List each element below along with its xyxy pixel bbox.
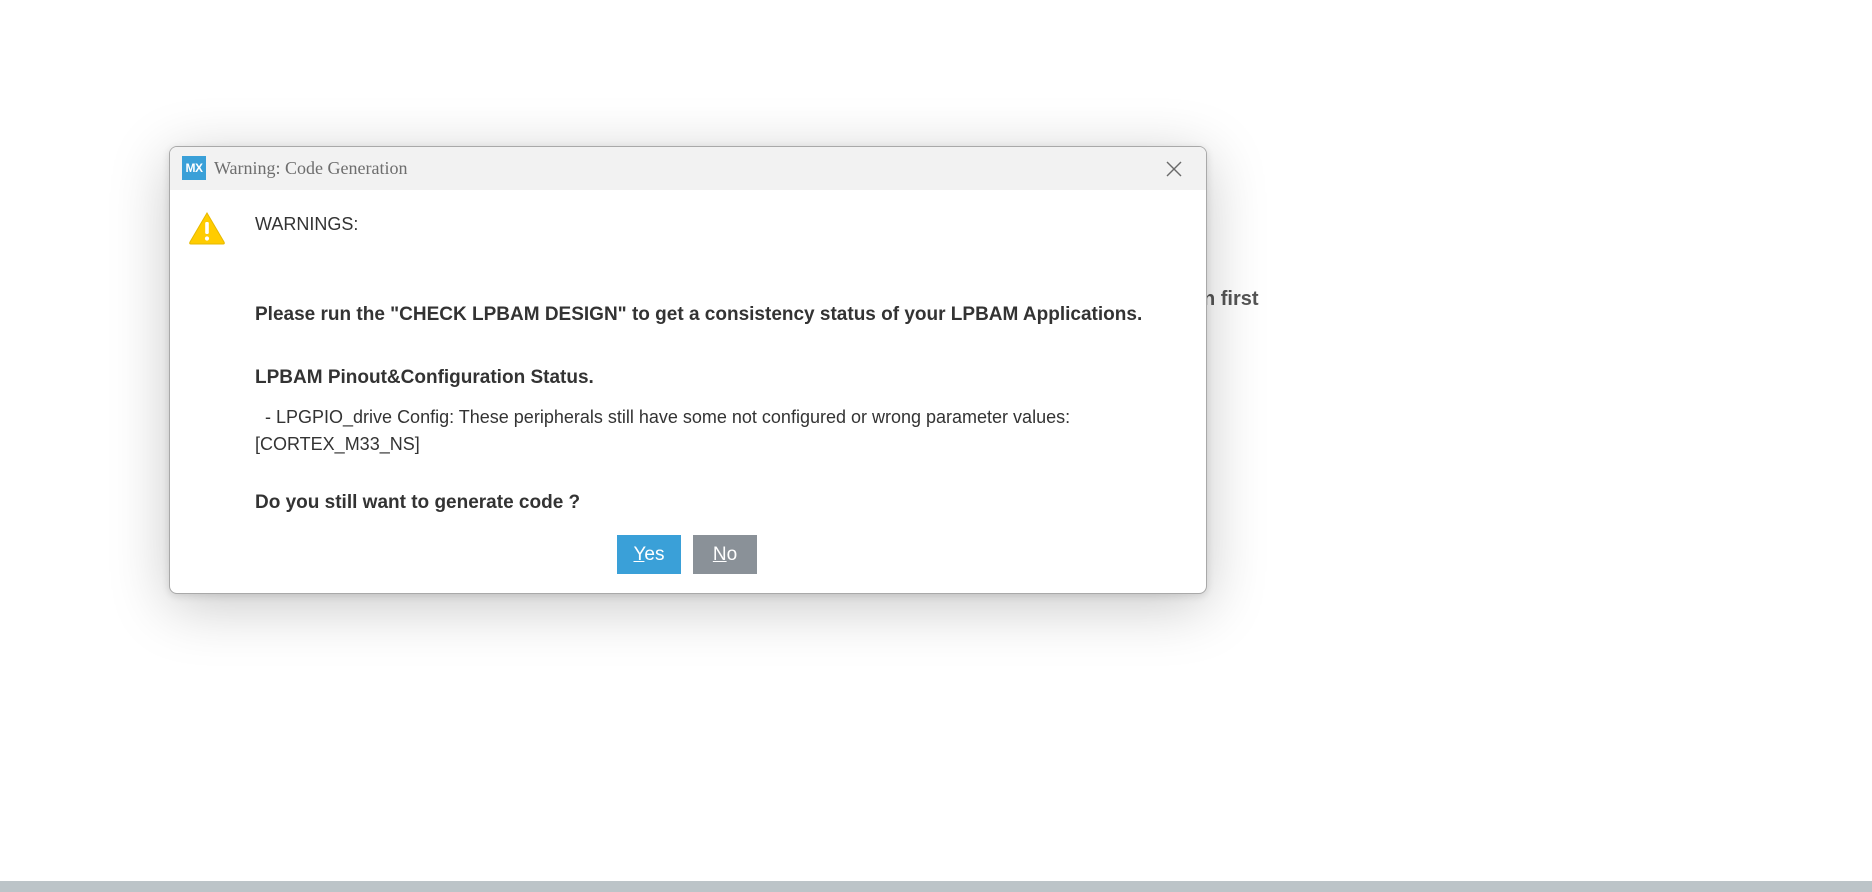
check-design-message: Please run the "CHECK LPBAM DESIGN" to g… <box>255 304 1143 325</box>
dialog-titlebar: MX Warning: Code Generation <box>170 147 1206 190</box>
no-label-rest: o <box>726 544 738 565</box>
warning-icon <box>189 212 225 245</box>
close-icon <box>1166 161 1182 177</box>
yes-mnemonic: Y <box>633 544 645 565</box>
bottom-status-bar <box>0 881 1872 892</box>
dialog-title: Warning: Code Generation <box>214 158 408 178</box>
status-heading: LPBAM Pinout&Configuration Status. <box>255 367 594 388</box>
yes-label-rest: es <box>644 544 665 565</box>
close-button[interactable] <box>1162 157 1186 181</box>
generate-question: Do you still want to generate code ? <box>255 492 581 513</box>
no-mnemonic: N <box>712 544 727 565</box>
code-generation-warning-dialog: MX Warning: Code Generation WARNINGS: Pl… <box>169 146 1207 594</box>
status-detail: - LPGPIO_drive Config: These peripherals… <box>255 407 1076 454</box>
yes-button[interactable]: Yes <box>617 535 681 574</box>
warnings-label: WARNINGS: <box>255 214 359 234</box>
mx-app-icon: MX <box>182 156 206 180</box>
no-button[interactable]: No <box>693 535 757 574</box>
background-partial-text: n first <box>1203 288 1259 310</box>
